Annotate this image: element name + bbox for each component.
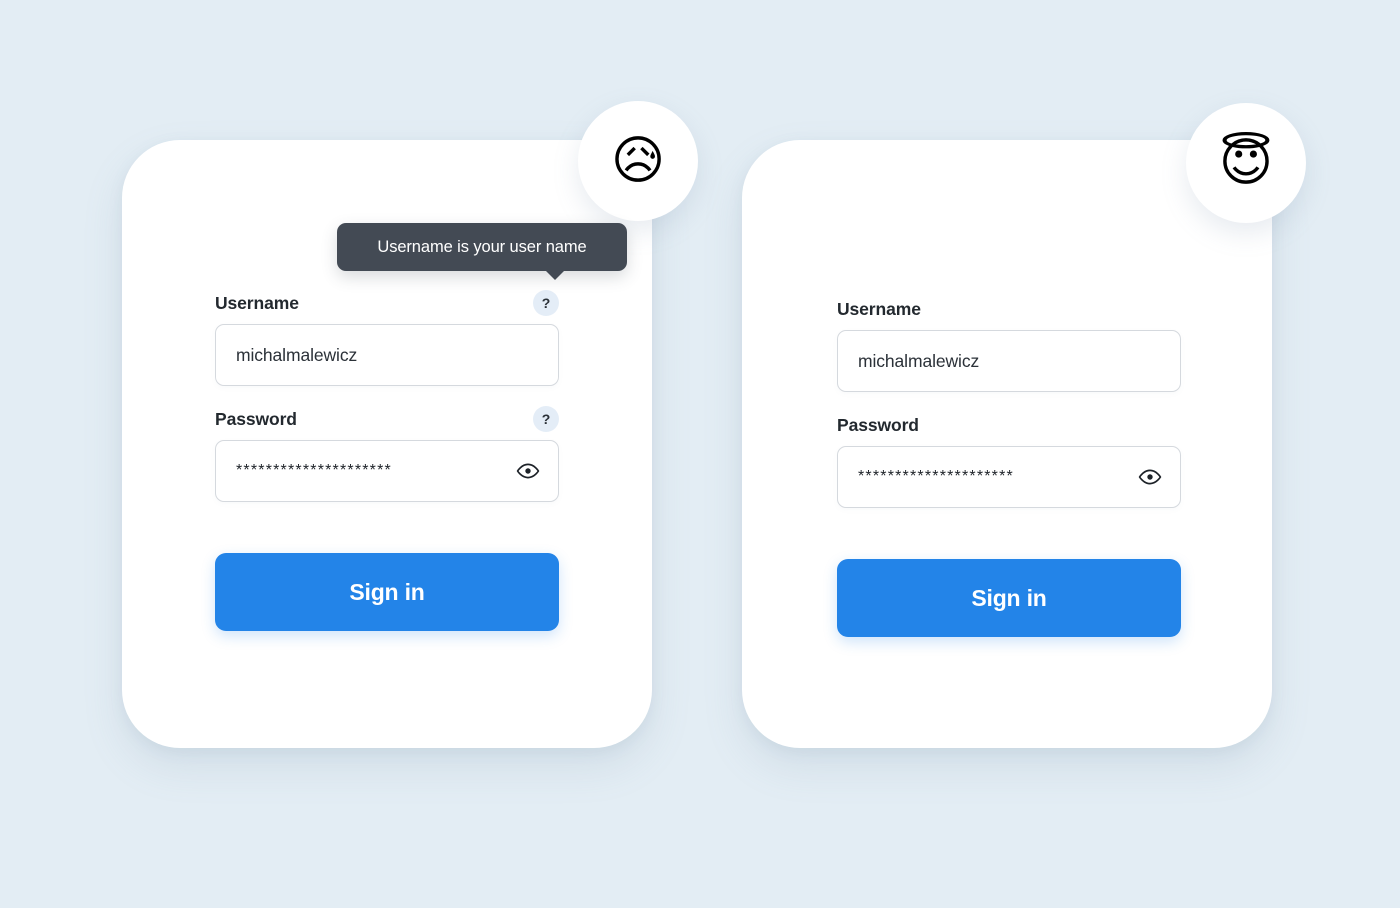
username-label-row-good: Username (837, 298, 1181, 320)
username-input[interactable]: michalmalewicz (837, 330, 1181, 392)
sign-in-button[interactable]: Sign in (215, 553, 559, 631)
password-input[interactable]: ********************* (215, 440, 559, 502)
password-help-icon[interactable]: ? (533, 406, 559, 432)
password-field-group-good: Password ********************* (837, 414, 1181, 508)
password-input-value: ********************* (236, 462, 392, 479)
sad-but-relieved-face-emoji: 😥 (578, 101, 698, 221)
username-label-row-bad: Username ? (215, 290, 559, 316)
username-field-group-bad: Username ? michalmalewicz (215, 290, 559, 386)
username-tooltip: Username is your user name (337, 223, 627, 280)
password-input[interactable]: ********************* (837, 446, 1181, 508)
comparison-stage: Username ? michalmalewicz Password ? ***… (0, 0, 1400, 908)
username-input-value: michalmalewicz (236, 344, 358, 365)
smiling-face-with-halo-emoji: 😇 (1186, 103, 1306, 223)
username-input[interactable]: michalmalewicz (215, 324, 559, 386)
password-label-row-bad: Password ? (215, 406, 559, 432)
username-field-group-good: Username michalmalewicz (837, 298, 1181, 392)
eye-icon[interactable] (515, 458, 541, 484)
eye-icon[interactable] (1137, 464, 1163, 490)
username-input-value: michalmalewicz (858, 350, 980, 371)
username-tooltip-text: Username is your user name (377, 237, 587, 256)
password-label: Password (215, 408, 297, 429)
sign-in-button[interactable]: Sign in (837, 559, 1181, 637)
password-label: Password (837, 414, 919, 435)
signin-form-good-example: Username michalmalewicz Password *******… (742, 140, 1272, 637)
tooltip-arrow (545, 270, 565, 280)
username-label: Username (837, 298, 921, 319)
username-label: Username (215, 292, 299, 313)
signin-card-good-example: Username michalmalewicz Password *******… (742, 140, 1272, 748)
password-input-value: ********************* (858, 468, 1014, 485)
password-label-row-good: Password (837, 414, 1181, 436)
password-field-group-bad: Password ? ********************* (215, 406, 559, 502)
signin-form-bad-example: Username ? michalmalewicz Password ? ***… (122, 140, 652, 631)
username-help-icon[interactable]: ? (533, 290, 559, 316)
